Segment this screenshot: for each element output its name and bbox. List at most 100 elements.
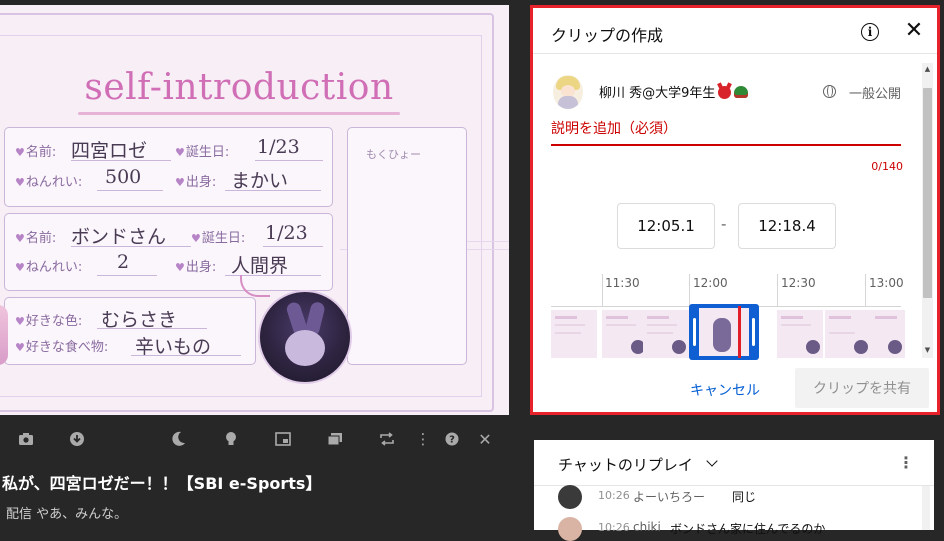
underline — [255, 160, 323, 161]
origin-field: ♥出身: — [175, 260, 217, 275]
clip-end-time[interactable]: 12:18.4 — [738, 203, 836, 249]
timeline-tick — [602, 274, 603, 307]
name-field: ♥名前: — [15, 145, 57, 160]
face-shape — [285, 330, 325, 366]
age-value: 500 — [105, 166, 142, 188]
timeline-thumbnail[interactable] — [871, 310, 905, 358]
loop-icon[interactable] — [374, 425, 400, 453]
favorites-card: ♥好きな色: むらさき ♥好きな食べ物: 辛いもの — [4, 297, 256, 365]
name-value: ボンドさん — [71, 226, 167, 248]
timeline-label: 12:30 — [781, 276, 816, 290]
globe-icon — [823, 85, 836, 98]
intro-title: self-introduction — [84, 67, 394, 108]
age-field: ♥ねんれい: — [15, 175, 83, 190]
timeline-thumbnail[interactable] — [551, 310, 597, 358]
channel-name-text: 柳川 秀@大学9年生 — [599, 86, 716, 101]
underline — [71, 246, 191, 247]
birthday-field: ♥誕生日: — [175, 145, 230, 160]
devil-emoji-icon — [718, 86, 732, 99]
moon-icon[interactable] — [166, 425, 192, 453]
clip-start-time[interactable]: 12:05.1 — [617, 203, 715, 249]
video-title[interactable]: 私が、四宮ロゼだー！！【SBI e-Sports】 — [2, 470, 321, 494]
visibility-label[interactable]: 一般公開 — [849, 83, 901, 102]
name-value: 四宮ロゼ — [71, 140, 148, 162]
origin-value: 人間界 — [231, 255, 289, 277]
video-player[interactable]: self-introduction ♥名前: 四宮ロゼ ♥誕生日: 1/23 ♥… — [0, 5, 509, 415]
age-value: 2 — [117, 251, 130, 273]
time-separator: - — [721, 215, 727, 233]
chat-author[interactable]: よーいちろー — [633, 488, 705, 505]
timeline-tick — [777, 274, 778, 307]
theater-icon[interactable] — [322, 425, 348, 453]
birthday-value: 1/23 — [265, 222, 308, 244]
chat-replay-title[interactable]: チャットのリプレイ — [558, 454, 693, 475]
profile-card-rose: ♥名前: 四宮ロゼ ♥誕生日: 1/23 ♥ねんれい: 500 ♥出身: まかい — [4, 127, 333, 207]
scrollbar-thumb[interactable] — [923, 88, 932, 298]
chat-timestamp: 10:26 — [598, 521, 630, 534]
favorite-food-field: ♥好きな食べ物: — [15, 340, 109, 355]
age-field: ♥ねんれい: — [15, 260, 83, 275]
clip-description-input[interactable]: 説明を追加（必須） — [551, 116, 901, 146]
timeline-thumbnail[interactable] — [825, 310, 871, 358]
timeline-label: 12:00 — [693, 276, 728, 290]
goal-card: もくひょー — [347, 127, 467, 365]
close-icon[interactable]: ✕ — [902, 19, 926, 43]
avatar — [558, 517, 582, 541]
chat-scrollbar[interactable] — [922, 486, 930, 530]
underline — [263, 246, 323, 247]
info-icon[interactable]: i — [861, 23, 879, 41]
side-character-fragment — [0, 305, 8, 365]
timeline-label: 13:00 — [869, 276, 904, 290]
name-field: ♥名前: — [15, 231, 57, 246]
camera-icon[interactable] — [13, 425, 39, 453]
chat-timestamp: 10:26 — [598, 489, 630, 502]
origin-value: まかい — [231, 170, 289, 192]
more-icon[interactable]: ⋮ — [898, 452, 914, 474]
character-counter: 0/140 — [871, 160, 903, 173]
create-clip-panel: クリップの作成 i ✕ 柳川 秀@大学9年生 一般公開 説明を追加（必須） 0/… — [530, 5, 940, 415]
clip-panel-title: クリップの作成 — [551, 26, 664, 45]
scroll-up-icon[interactable]: ▲ — [922, 63, 933, 75]
download-icon[interactable] — [64, 425, 90, 453]
close-icon[interactable]: ✕ — [474, 425, 496, 453]
profile-card-bond: ♥名前: ボンドさん ♥誕生日: 1/23 ♥ねんれい: 2 ♥出身: 人間界 — [4, 213, 333, 291]
underline — [97, 275, 157, 276]
cancel-button[interactable]: キャンセル — [683, 373, 767, 407]
timeline-thumbnail[interactable] — [602, 310, 648, 358]
favorite-color-field: ♥好きな色: — [15, 314, 83, 329]
timeline-thumbnail[interactable] — [643, 310, 689, 358]
clip-selection-range[interactable] — [689, 304, 759, 360]
turtle-emoji-icon — [734, 86, 749, 98]
timeline-thumbnail[interactable] — [777, 310, 823, 358]
clip-end-handle[interactable] — [752, 318, 755, 346]
chat-author[interactable]: chiki — [633, 520, 661, 534]
timeline-tick — [689, 274, 690, 307]
avatar — [553, 75, 583, 109]
chat-text: 同じ — [732, 490, 757, 504]
clip-start-handle[interactable] — [693, 318, 696, 346]
underline — [225, 190, 321, 191]
help-icon[interactable]: ? — [442, 425, 462, 453]
goal-label: もくひょー — [366, 148, 421, 161]
chat-replay-panel: チャットのリプレイ ⋮ 10:26 よーいちろー 同じ 10:26 chiki … — [534, 440, 934, 541]
chat-text: ボンドさん家に住んでるのか — [670, 522, 826, 536]
divider — [533, 53, 937, 54]
more-icon[interactable]: ⋮ — [413, 425, 433, 453]
bond-character-image — [258, 290, 352, 384]
lightbulb-icon[interactable] — [218, 425, 244, 453]
miniplayer-icon[interactable] — [270, 425, 296, 453]
playhead[interactable] — [738, 306, 741, 358]
player-controls: ⋮ ? ✕ — [0, 425, 509, 455]
timeline-label: 11:30 — [605, 276, 640, 290]
chevron-down-icon[interactable] — [706, 455, 718, 467]
birthday-field: ♥誕生日: — [191, 231, 246, 246]
avatar — [558, 485, 582, 509]
title-underline — [78, 112, 400, 115]
underline — [131, 355, 241, 356]
selection-thumbnail — [699, 308, 749, 356]
birthday-value: 1/23 — [257, 136, 300, 158]
share-clip-button[interactable]: クリップを共有 — [795, 368, 929, 408]
avatar-body — [558, 96, 578, 109]
underline — [71, 160, 171, 161]
scroll-down-icon[interactable]: ▼ — [922, 344, 933, 356]
